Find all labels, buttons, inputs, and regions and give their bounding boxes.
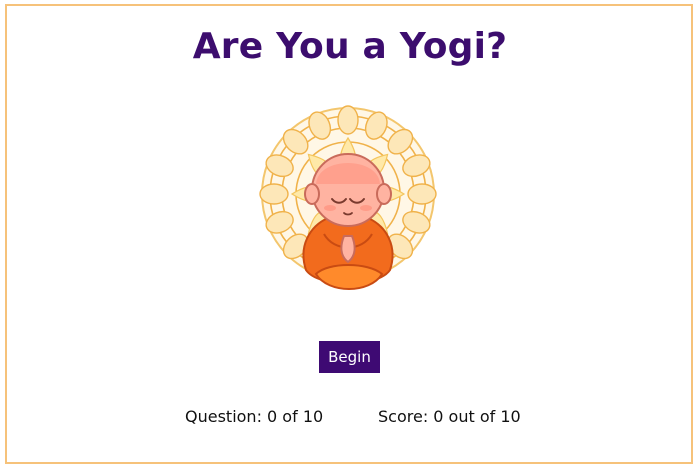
meditating-monk-mandala-icon [258,96,438,308]
question-counter: Question: 0 of 10 [185,407,324,426]
begin-button[interactable]: Begin [319,341,380,373]
score-counter: Score: 0 out of 10 [378,407,521,426]
page-title: Are You a Yogi? [192,26,508,67]
